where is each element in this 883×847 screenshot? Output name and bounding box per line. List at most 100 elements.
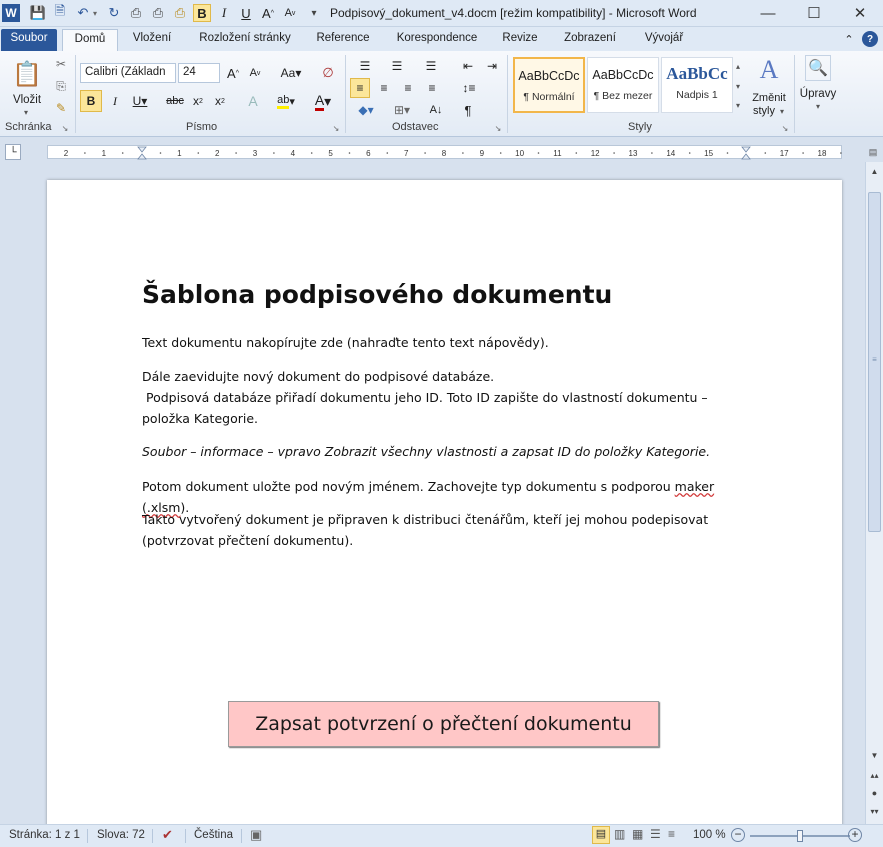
font-family-select[interactable]: Calibri (Základn (80, 63, 176, 83)
tab-mailings[interactable]: Korespondence (390, 29, 484, 51)
quick-print-icon[interactable]: ⎙ (171, 4, 189, 22)
cut-icon[interactable]: ✂ (52, 56, 70, 72)
increase-indent-icon[interactable]: ⇥ (482, 56, 502, 76)
paragraph-launcher-icon[interactable]: ↘ (493, 123, 503, 133)
next-page-icon[interactable]: ▾▾ (868, 804, 881, 818)
underline-button[interactable]: U▾ (128, 90, 152, 112)
word-logo-icon[interactable]: W (2, 4, 20, 22)
paste-dropdown-icon[interactable]: ▾ (20, 107, 32, 117)
print-icon[interactable]: ⎙ (127, 4, 145, 22)
redo-icon[interactable]: ↻ (105, 4, 123, 22)
format-painter-icon[interactable]: ✎ (52, 100, 70, 116)
full-screen-reading-icon[interactable]: ▥ (614, 827, 625, 841)
change-styles-dropdown-icon[interactable]: ▾ (778, 106, 786, 116)
proofing-icon[interactable]: ✔ (162, 827, 173, 843)
word-count[interactable]: Slova: 72 (97, 829, 145, 841)
highlight-button[interactable]: ab ▾ (270, 90, 302, 112)
tab-file[interactable]: Soubor (1, 29, 57, 51)
align-center-button[interactable]: ≡ (374, 78, 394, 98)
bold-icon[interactable]: B (193, 4, 211, 22)
outline-view-icon[interactable]: ☰ (650, 827, 661, 841)
zoom-in-icon[interactable]: + (848, 828, 862, 842)
italic-button[interactable]: I (106, 90, 124, 112)
print-layout-view-icon[interactable]: ▤ (592, 826, 610, 844)
shrink-font-button[interactable]: Av (246, 63, 264, 83)
draft-view-icon[interactable]: ≡ (668, 827, 675, 841)
line-spacing-icon[interactable]: ↕≡ (456, 78, 482, 98)
tab-insert[interactable]: Vložení (123, 29, 181, 51)
font-color-button[interactable]: A ▾ (308, 90, 338, 112)
zoom-out-icon[interactable]: − (731, 828, 745, 842)
minimize-ribbon-icon[interactable]: ⌃ (842, 31, 856, 47)
web-layout-icon[interactable]: ▦ (632, 827, 643, 841)
editing-dropdown-icon[interactable]: ▾ (812, 101, 824, 111)
shading-icon[interactable]: ◆▾ (352, 100, 380, 120)
language-indicator[interactable]: Čeština (194, 829, 233, 841)
sort-icon[interactable]: A↓ (426, 100, 446, 120)
scroll-thumb[interactable]: ≡ (868, 192, 881, 532)
minimize-button[interactable]: — (745, 0, 791, 26)
editing-button[interactable]: Úpravy (796, 87, 840, 101)
tab-view[interactable]: Zobrazení (556, 29, 624, 51)
scroll-up-icon[interactable]: ▲ (868, 164, 881, 178)
select-browse-object-icon[interactable]: ● (868, 786, 881, 800)
styles-more-icon[interactable]: ▾ (733, 97, 743, 113)
paste-button[interactable]: Vložit (8, 93, 46, 107)
close-button[interactable]: ✕ (837, 0, 883, 26)
style-heading-1[interactable]: AaBbCc Nadpis 1 (661, 57, 733, 113)
customize-qat-icon[interactable]: ▾ (305, 4, 323, 22)
tab-review[interactable]: Revize (496, 29, 544, 51)
subscript-button[interactable]: x2 (188, 90, 208, 112)
align-left-button[interactable]: ≡ (350, 78, 370, 98)
tab-selector-icon[interactable]: └ (5, 144, 21, 160)
show-marks-icon[interactable]: ¶ (458, 100, 478, 120)
tab-developer[interactable]: Vývojář (636, 29, 692, 51)
horizontal-ruler[interactable]: 2 1 1 2 3 4 5 6 7 8 9 10 11 12 13 14 15 17 18 (47, 145, 842, 160)
grow-font-button[interactable]: A ^ (224, 63, 242, 83)
copy-icon[interactable]: ⎘ (52, 78, 70, 94)
undo-dropdown-icon[interactable]: ▾ (90, 4, 100, 22)
styles-scroll-up-icon[interactable]: ▴ (733, 57, 743, 75)
font-launcher-icon[interactable]: ↘ (331, 123, 341, 133)
text-effects-button[interactable]: A (242, 90, 264, 112)
previous-page-icon[interactable]: ▴▴ (868, 768, 881, 782)
styles-scroll-down-icon[interactable]: ▾ (733, 77, 743, 95)
underline-icon[interactable]: U (237, 4, 255, 22)
save-icon[interactable]: 💾 (29, 4, 47, 22)
macro-recording-icon[interactable]: ▣ (250, 827, 262, 843)
save-as-icon[interactable]: 🗎 (51, 3, 69, 22)
document-page[interactable]: Šablona podpisového dokumentu Text dokum… (47, 180, 842, 824)
grow-font-icon[interactable]: A ^ (259, 4, 277, 22)
align-right-button[interactable]: ≡ (398, 78, 418, 98)
style-normal[interactable]: AaBbCcDc ¶ Normální (513, 57, 585, 113)
maximize-button[interactable]: ☐ (791, 0, 837, 26)
bullets-icon[interactable]: ☰ (352, 56, 378, 76)
styles-launcher-icon[interactable]: ↘ (780, 123, 790, 133)
indent-marker[interactable] (741, 146, 751, 160)
paste-icon[interactable]: 📋 (11, 56, 43, 92)
strikethrough-button[interactable]: abc (164, 90, 186, 112)
vertical-scrollbar[interactable]: ▲ ≡ ▼ ▴▴ ● ▾▾ (865, 162, 883, 824)
indent-marker[interactable] (137, 146, 147, 160)
page-count[interactable]: Stránka: 1 z 1 (9, 829, 80, 841)
font-size-select[interactable]: 24 (178, 63, 220, 83)
tab-references[interactable]: Reference (308, 29, 378, 51)
clear-formatting-icon[interactable]: ∅ (318, 63, 338, 83)
italic-icon[interactable]: I (215, 4, 233, 22)
superscript-button[interactable]: x2 (210, 90, 230, 112)
style-no-spacing[interactable]: AaBbCcDc ¶ Bez mezer (587, 57, 659, 113)
bold-button[interactable]: B (80, 90, 102, 112)
clipboard-launcher-icon[interactable]: ↘ (60, 123, 70, 133)
change-case-button[interactable]: Aa▾ (278, 63, 304, 83)
justify-button[interactable]: ≡ (422, 78, 442, 98)
find-icon[interactable]: 🔍 (805, 55, 831, 81)
confirm-reading-button[interactable]: Zapsat potvrzení o přečtení dokumentu (228, 701, 659, 747)
change-styles-button[interactable]: Změnit (747, 91, 791, 104)
help-icon[interactable]: ? (862, 31, 878, 47)
decrease-indent-icon[interactable]: ⇤ (458, 56, 478, 76)
change-styles-icon[interactable]: A (752, 55, 786, 85)
tab-page-layout[interactable]: Rozložení stránky (193, 29, 297, 51)
shrink-font-icon[interactable]: Av (281, 4, 299, 22)
borders-icon[interactable]: ⊞▾ (388, 100, 416, 120)
print-preview-icon[interactable]: ⎙ (149, 4, 167, 22)
